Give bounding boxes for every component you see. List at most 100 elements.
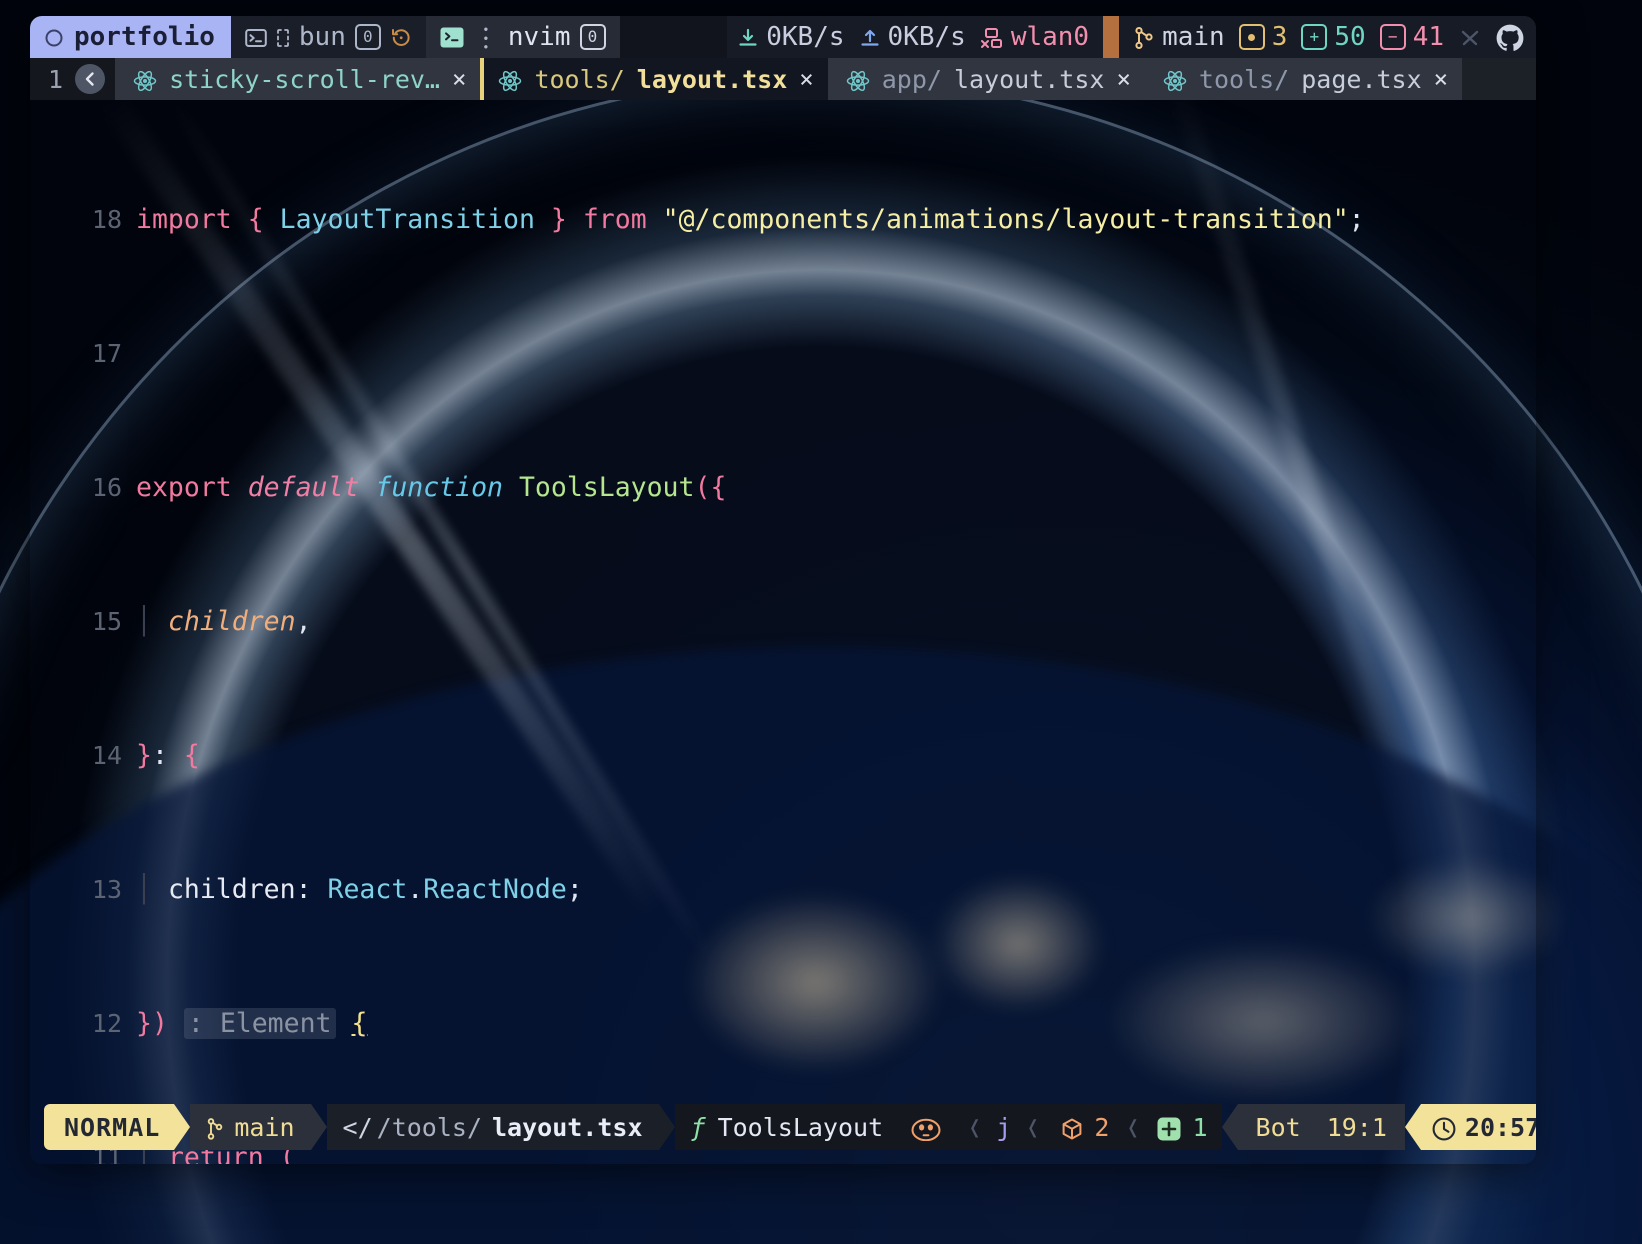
line-number: 17 xyxy=(91,338,122,368)
download-speed: 0KB/s xyxy=(737,22,845,52)
accent-separator xyxy=(1103,16,1120,58)
code-line[interactable]: 18 import { LayoutTransition } from "@/c… xyxy=(30,203,1536,237)
status-file-path[interactable]: </ /tools/layout.tsx xyxy=(326,1104,659,1150)
react-icon xyxy=(846,65,870,94)
status-lsp[interactable]: ❬ j ❬ xyxy=(957,1104,1051,1150)
line-content: }) : Element { xyxy=(136,1007,368,1039)
react-icon xyxy=(133,65,157,94)
desktop: portfolio bun 0 ︙ nvim 0 0KB/s 0KB/s wla… xyxy=(0,0,1642,1244)
bun-icon xyxy=(911,1113,941,1142)
separator xyxy=(658,1104,675,1150)
code-line[interactable]: 13 │ children: React.ReactNode; xyxy=(30,873,1536,907)
bufferline: 1 sticky-scroll-rev… × tools/layout.tsx … xyxy=(30,58,1536,100)
status-lsp-value: j xyxy=(996,1112,1012,1142)
git-branch-icon xyxy=(206,1113,224,1142)
upload-speed: 0KB/s xyxy=(859,22,966,52)
git-added-count: 50 xyxy=(1334,22,1366,52)
line-content: }: { xyxy=(136,739,200,771)
status-line: NORMAL main </ /tools/layout.tsx ƒ Tools… xyxy=(44,1104,1536,1150)
chevron-left-icon: ❬ xyxy=(967,1112,983,1142)
buffer-count-value: 1 xyxy=(48,64,64,94)
network-interface: wlan0 xyxy=(980,22,1089,52)
tmux-window-label: nvim xyxy=(507,22,571,52)
bar-icon: ︙ xyxy=(472,24,499,55)
tab-tools-page-tsx[interactable]: tools/page.tsx × xyxy=(1144,58,1463,100)
code-line[interactable]: 17 xyxy=(30,337,1536,371)
react-icon xyxy=(1163,65,1187,94)
git-branch-icon xyxy=(1133,22,1155,52)
chevron-left-icon: ❬ xyxy=(1125,1112,1141,1142)
buffer-count: 1 xyxy=(30,58,116,100)
git-branch: main xyxy=(1133,22,1225,52)
line-number: 18 xyxy=(91,204,122,234)
network-interface-value: wlan0 xyxy=(1010,22,1090,52)
editor-area[interactable]: 18 import { LayoutTransition } from "@/c… xyxy=(30,100,1536,1164)
tab-label: page.tsx xyxy=(1301,64,1422,94)
line-number: 12 xyxy=(91,1008,122,1038)
arrow-left-icon[interactable] xyxy=(75,64,106,94)
plus-square-icon: + xyxy=(1301,24,1328,50)
square-number-icon: 0 xyxy=(354,24,381,50)
status-file-name: layout.tsx xyxy=(492,1112,643,1142)
line-number: 15 xyxy=(91,606,122,636)
status-packages[interactable]: 2 ❬ xyxy=(1050,1104,1151,1150)
close-icon[interactable]: × xyxy=(452,65,466,93)
status-diff-added[interactable]: 1 xyxy=(1150,1104,1222,1150)
line-content: import { LayoutTransition } from "@/comp… xyxy=(136,203,1365,235)
line-number: 14 xyxy=(91,740,122,770)
status-file-dir: /tools/ xyxy=(376,1112,482,1142)
github-icon[interactable] xyxy=(1496,22,1524,52)
git-modified-count: 3 xyxy=(1271,22,1288,52)
tab-tools-layout-tsx[interactable]: tools/layout.tsx × xyxy=(480,58,828,100)
dot-square-icon xyxy=(1238,24,1265,50)
cube-icon xyxy=(1060,1113,1084,1142)
line-content: │ children, xyxy=(136,605,312,637)
tmux-session[interactable]: portfolio xyxy=(30,16,231,58)
git-removed: − 41 xyxy=(1379,22,1444,52)
upload-speed-value: 0KB/s xyxy=(887,22,966,52)
tmux-window-nvim[interactable]: ︙ nvim 0 xyxy=(425,16,620,58)
line-content: export default function ToolsLayout({ xyxy=(136,471,727,503)
tab-sticky-scroll-rev[interactable]: sticky-scroll-rev… × xyxy=(115,58,481,100)
status-packages-value: 2 xyxy=(1094,1112,1110,1142)
bufferline-fill xyxy=(1462,58,1536,100)
tab-label: sticky-scroll-rev… xyxy=(169,64,440,94)
code-line[interactable]: 14 }: { xyxy=(30,739,1536,773)
code-line[interactable]: 15 │ children, xyxy=(30,605,1536,639)
chevron-left-icon: ❬ xyxy=(1025,1112,1041,1142)
status-position: Bot 19:1 xyxy=(1237,1104,1405,1150)
plus-box-icon xyxy=(1156,1113,1182,1142)
tab-app-layout-tsx[interactable]: app/layout.tsx × xyxy=(827,58,1145,100)
status-mode: NORMAL xyxy=(44,1104,175,1150)
terminal-icon xyxy=(245,22,267,52)
minus-square-icon: − xyxy=(1379,24,1406,50)
status-clock-value: 20:57 xyxy=(1464,1112,1536,1142)
tmux-spacer xyxy=(619,16,728,58)
line-number: 13 xyxy=(91,874,122,904)
terminal-window: portfolio bun 0 ︙ nvim 0 0KB/s 0KB/s wla… xyxy=(30,16,1536,1164)
tmux-window-bun[interactable]: bun 0 xyxy=(230,16,426,58)
status-linecol-value: 19:1 xyxy=(1326,1112,1387,1142)
import-path-string: "@/components/animations/layout-transiti… xyxy=(662,203,1349,235)
code-line[interactable]: 12 }) : Element { xyxy=(30,1007,1536,1041)
tmux-status-bar: portfolio bun 0 ︙ nvim 0 0KB/s 0KB/s wla… xyxy=(30,16,1536,58)
code-view[interactable]: 18 import { LayoutTransition } from "@/c… xyxy=(30,100,1536,1165)
close-icon[interactable]: × xyxy=(1116,65,1130,93)
square-number-icon: 0 xyxy=(579,24,606,50)
scissors-icon[interactable] xyxy=(1458,22,1482,52)
status-clock: 20:57 xyxy=(1420,1104,1536,1150)
tab-dir: app/ xyxy=(881,64,942,94)
status-git-branch[interactable]: main xyxy=(190,1104,311,1150)
wifi-off-icon xyxy=(980,22,1004,52)
tmux-status-right: 0KB/s 0KB/s wlan0 main 3 + 50 − 41 xyxy=(727,16,1536,58)
tab-label: layout.tsx xyxy=(636,64,788,94)
code-line[interactable]: 16 export default function ToolsLayout({ xyxy=(30,471,1536,505)
close-icon[interactable]: × xyxy=(1434,65,1448,93)
status-scroll-value: Bot xyxy=(1255,1112,1301,1142)
status-diff-added-value: 1 xyxy=(1192,1112,1208,1142)
status-symbol[interactable]: ƒ ToolsLayout xyxy=(674,1104,958,1150)
matching-brace: { xyxy=(351,1007,368,1039)
close-icon[interactable]: × xyxy=(799,65,813,93)
clock-icon xyxy=(1431,1113,1457,1142)
download-speed-value: 0KB/s xyxy=(766,22,845,52)
